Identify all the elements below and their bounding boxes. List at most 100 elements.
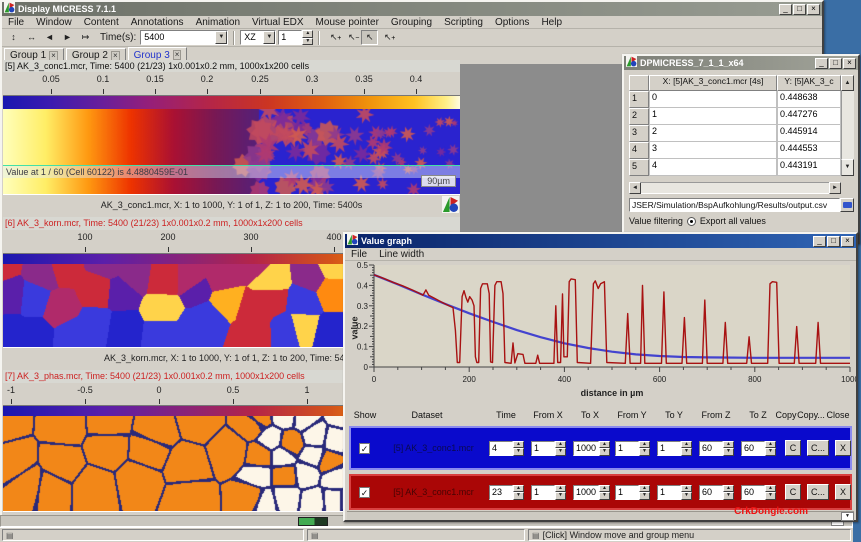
copy-button[interactable]: C bbox=[785, 484, 801, 500]
spin-up-icon[interactable]: ▲ bbox=[599, 441, 610, 449]
plane-combobox[interactable]: XZ ▼ bbox=[240, 30, 276, 45]
export-path-value[interactable]: JSER/Simulation/BspAufkohlung/Results/ou… bbox=[629, 198, 840, 212]
prev-step-icon[interactable]: ◄ bbox=[41, 30, 58, 45]
close-row-button[interactable]: X bbox=[835, 484, 851, 500]
close-button[interactable]: × bbox=[841, 236, 854, 247]
to-x-stepper[interactable]: 1000▲▼ bbox=[573, 485, 610, 500]
show-checkbox[interactable]: ✓ bbox=[359, 443, 370, 454]
close-button[interactable]: × bbox=[807, 4, 820, 15]
fit-vertical-icon[interactable]: ↕ bbox=[5, 30, 22, 45]
maximize-button[interactable]: □ bbox=[793, 4, 806, 15]
last-step-icon[interactable]: ↦ bbox=[77, 30, 94, 45]
close-row-button[interactable]: X bbox=[835, 440, 851, 456]
spin-down-icon[interactable]: ▼ bbox=[723, 492, 734, 500]
menu-scripting[interactable]: Scripting bbox=[438, 17, 489, 28]
menu-content[interactable]: Content bbox=[78, 17, 125, 28]
time-combo-arrow-icon[interactable]: ▼ bbox=[215, 31, 227, 44]
pointer-icon[interactable]: ↖ bbox=[361, 30, 378, 45]
scroll-right-icon[interactable]: ► bbox=[829, 182, 841, 194]
to-y-stepper[interactable]: 1▲▼ bbox=[657, 441, 692, 456]
spin-down-icon[interactable]: ▼ bbox=[513, 492, 524, 500]
graph-scroll-arrow-icon[interactable]: ▼ bbox=[841, 512, 854, 521]
spin-down-icon[interactable]: ▼ bbox=[681, 448, 692, 456]
from-z-stepper[interactable]: 60▲▼ bbox=[699, 441, 734, 456]
next-step-icon[interactable]: ► bbox=[59, 30, 76, 45]
menu-animation[interactable]: Animation bbox=[190, 17, 246, 28]
spin-down-icon[interactable]: ▼ bbox=[681, 492, 692, 500]
spin-up-icon[interactable]: ▲ bbox=[639, 441, 650, 449]
menu-virtual-edx[interactable]: Virtual EDX bbox=[246, 17, 310, 28]
to-y-stepper[interactable]: 1▲▼ bbox=[657, 485, 692, 500]
scroll-up-icon[interactable]: ▲ bbox=[841, 75, 854, 91]
tab-close-icon[interactable]: × bbox=[49, 51, 58, 61]
spin-up-icon[interactable]: ▲ bbox=[723, 441, 734, 449]
export-path-field[interactable]: JSER/Simulation/BspAufkohlung/Results/ou… bbox=[629, 198, 854, 212]
from-y-stepper[interactable]: 1▲▼ bbox=[615, 485, 650, 500]
graph-titlebar[interactable]: Value graph _□× bbox=[345, 234, 856, 248]
scrollbar-thumb[interactable] bbox=[298, 517, 328, 526]
scroll-down-icon[interactable]: ▼ bbox=[841, 159, 854, 176]
tab-close-icon[interactable]: × bbox=[173, 50, 182, 60]
spin-up-icon[interactable]: ▲ bbox=[765, 485, 776, 493]
spin-down-icon[interactable]: ▼ bbox=[555, 492, 566, 500]
plane-combo-arrow-icon[interactable]: ▼ bbox=[263, 31, 275, 44]
copy-as-button[interactable]: C... bbox=[807, 440, 829, 456]
spin-down-icon[interactable]: ▼ bbox=[639, 492, 650, 500]
minimize-button[interactable]: _ bbox=[779, 4, 792, 15]
slice-down-icon[interactable]: ▼ bbox=[302, 38, 313, 46]
spin-down-icon[interactable]: ▼ bbox=[765, 492, 776, 500]
menu-window[interactable]: Window bbox=[30, 17, 78, 28]
spin-down-icon[interactable]: ▼ bbox=[555, 448, 566, 456]
menu-file[interactable]: File bbox=[2, 17, 30, 28]
spin-down-icon[interactable]: ▼ bbox=[723, 448, 734, 456]
spin-up-icon[interactable]: ▲ bbox=[765, 441, 776, 449]
to-z-stepper[interactable]: 60▲▼ bbox=[741, 485, 776, 500]
spin-down-icon[interactable]: ▼ bbox=[599, 492, 610, 500]
maximize-button[interactable]: □ bbox=[829, 58, 842, 69]
spin-up-icon[interactable]: ▲ bbox=[513, 441, 524, 449]
spin-down-icon[interactable]: ▼ bbox=[765, 448, 776, 456]
maximize-button[interactable]: □ bbox=[827, 236, 840, 247]
spin-up-icon[interactable]: ▲ bbox=[599, 485, 610, 493]
spin-up-icon[interactable]: ▲ bbox=[513, 485, 524, 493]
from-z-stepper[interactable]: 60▲▼ bbox=[699, 485, 734, 500]
close-button[interactable]: × bbox=[843, 58, 856, 69]
export-all-radio[interactable] bbox=[687, 217, 696, 226]
to-z-stepper[interactable]: 60▲▼ bbox=[741, 441, 776, 456]
menu-mouse-pointer[interactable]: Mouse pointer bbox=[310, 17, 385, 28]
main-titlebar[interactable]: Display MICRESS 7.1.1 _□× bbox=[2, 2, 822, 16]
to-x-stepper[interactable]: 1000▲▼ bbox=[573, 441, 610, 456]
menu-grouping[interactable]: Grouping bbox=[385, 17, 438, 28]
menu-help[interactable]: Help bbox=[535, 17, 568, 28]
slice-stepper[interactable]: 1 ▲▼ bbox=[278, 30, 313, 45]
time-combobox[interactable]: 5400 ▼ bbox=[140, 30, 228, 45]
fit-horizontal-icon[interactable]: ↔ bbox=[23, 30, 40, 45]
show-checkbox[interactable]: ✓ bbox=[359, 487, 370, 498]
zoom-in-pointer-icon[interactable]: ↖+ bbox=[325, 30, 342, 45]
zoom-select-pointer-icon[interactable]: ↖+ bbox=[379, 30, 396, 45]
spin-up-icon[interactable]: ▲ bbox=[555, 485, 566, 493]
spin-up-icon[interactable]: ▲ bbox=[639, 485, 650, 493]
menu-annotations[interactable]: Annotations bbox=[125, 17, 190, 28]
spin-down-icon[interactable]: ▼ bbox=[599, 448, 610, 456]
from-x-stepper[interactable]: 1▲▼ bbox=[531, 485, 566, 500]
minimize-button[interactable]: _ bbox=[815, 58, 828, 69]
table-hscrollbar[interactable]: ◄ ► bbox=[629, 182, 841, 194]
from-x-stepper[interactable]: 1▲▼ bbox=[531, 441, 566, 456]
time-stepper[interactable]: 23▲▼ bbox=[489, 485, 524, 500]
copy-button[interactable]: C bbox=[785, 440, 801, 456]
table-titlebar[interactable]: DPMICRESS_7_1_1_x64 _□× bbox=[624, 56, 858, 70]
menu-options[interactable]: Options bbox=[489, 17, 535, 28]
spin-down-icon[interactable]: ▼ bbox=[513, 448, 524, 456]
tab-close-icon[interactable]: × bbox=[111, 51, 120, 61]
time-stepper[interactable]: 4▲▼ bbox=[489, 441, 524, 456]
from-y-stepper[interactable]: 1▲▼ bbox=[615, 441, 650, 456]
folder-icon[interactable] bbox=[840, 198, 854, 212]
scroll-left-icon[interactable]: ◄ bbox=[629, 182, 641, 194]
graph-menu-line-width[interactable]: Line width bbox=[373, 249, 430, 260]
minimize-button[interactable]: _ bbox=[813, 236, 826, 247]
spin-up-icon[interactable]: ▲ bbox=[723, 485, 734, 493]
graph-menu-file[interactable]: File bbox=[345, 249, 373, 260]
copy-as-button[interactable]: C... bbox=[807, 484, 829, 500]
spin-up-icon[interactable]: ▲ bbox=[555, 441, 566, 449]
